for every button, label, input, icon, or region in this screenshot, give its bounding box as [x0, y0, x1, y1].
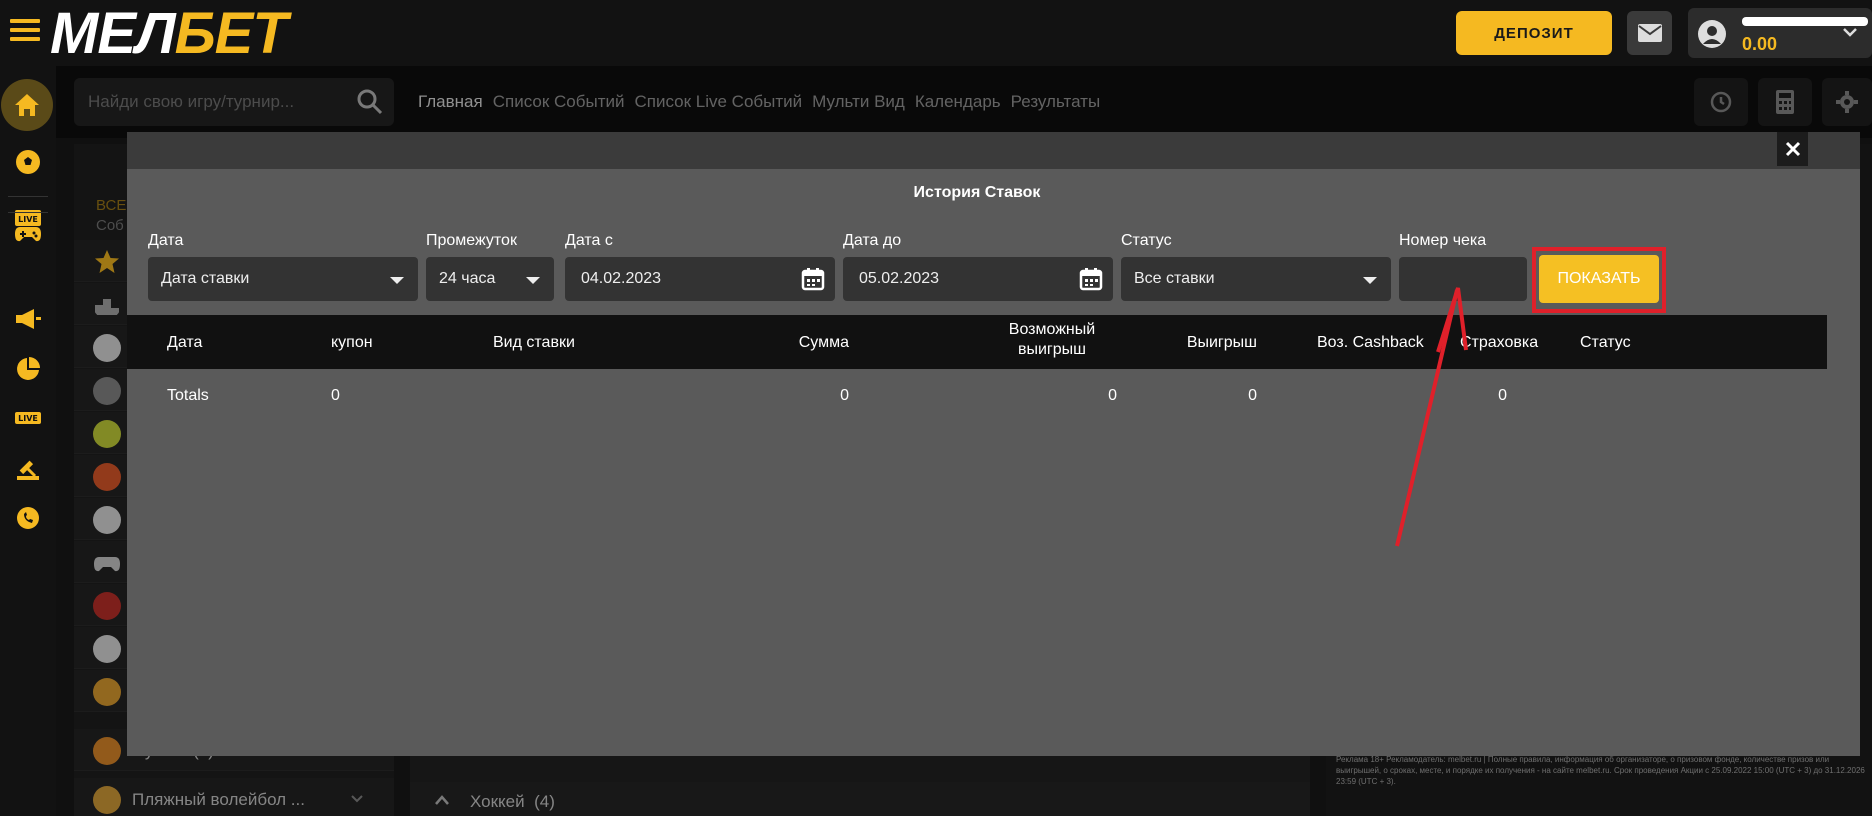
bet-history-modal: История Ставок Дата Дата ставки Промежут…: [127, 132, 1860, 756]
col-date[interactable]: Дата: [167, 333, 202, 353]
col-sum[interactable]: Сумма: [769, 333, 849, 353]
col-bet-type[interactable]: Вид ставки: [493, 333, 575, 353]
status-select[interactable]: Все ставки: [1121, 257, 1391, 301]
date-to-label: Дата до: [843, 232, 902, 249]
gamepad-icon: [15, 227, 41, 242]
totals-label: Totals: [167, 387, 209, 404]
gavel-icon: [17, 460, 39, 480]
col-cashback[interactable]: Воз. Cashback: [1317, 333, 1424, 353]
sports-button[interactable]: [10, 144, 46, 180]
statistics-button[interactable]: [10, 351, 46, 387]
left-rail: LIVE LIVE: [0, 66, 56, 816]
account-menu[interactable]: 0.00: [1688, 8, 1872, 58]
deposit-button[interactable]: ДЕПОЗИТ: [1456, 11, 1612, 55]
viber-button[interactable]: [10, 501, 46, 537]
period-select[interactable]: 24 часа: [426, 257, 554, 301]
auction-button[interactable]: [10, 451, 46, 487]
dropdown-arrow-icon: [390, 277, 404, 284]
live-sport-button[interactable]: LIVE: [10, 401, 46, 437]
divider: [8, 196, 48, 197]
receipt-number-input[interactable]: [1399, 257, 1527, 301]
totals-sum: 0: [840, 387, 849, 404]
modal-top-bar: [127, 132, 1860, 169]
home-icon: [15, 94, 39, 116]
avatar: [1698, 20, 1726, 48]
divider: [8, 212, 48, 213]
col-insurance[interactable]: Страховка: [1460, 333, 1538, 353]
date-from-field[interactable]: 04.02.2023: [565, 257, 835, 301]
close-icon: [1785, 141, 1800, 157]
viber-icon: [17, 507, 39, 529]
totals-win: 0: [1248, 387, 1257, 404]
show-button[interactable]: ПОКАЗАТЬ: [1539, 255, 1659, 303]
col-coupon[interactable]: купон: [331, 333, 373, 353]
svg-text:LIVE: LIVE: [18, 414, 38, 423]
dropdown-arrow-icon: [526, 277, 540, 284]
esports-button[interactable]: [10, 216, 46, 252]
table-header: Дата купон Вид ставки Сумма Возможный вы…: [127, 315, 1827, 369]
modal-title: История Ставок: [913, 184, 1041, 201]
col-status[interactable]: Статус: [1580, 333, 1631, 353]
receipt-number-label: Номер чека: [1399, 232, 1487, 249]
promo-button[interactable]: [10, 301, 46, 337]
col-win[interactable]: Выигрыш: [1177, 333, 1257, 353]
date-to-field[interactable]: 05.02.2023: [843, 257, 1113, 301]
mail-button[interactable]: [1627, 11, 1672, 55]
date-type-select[interactable]: Дата ставки: [148, 257, 418, 301]
date-type-label: Дата: [148, 232, 184, 249]
calendar-icon[interactable]: [801, 267, 825, 291]
chevron-down-icon: [1843, 28, 1857, 37]
envelope-icon: [1637, 24, 1662, 42]
col-possible-win[interactable]: Возможный выигрыш: [987, 320, 1117, 360]
date-from-label: Дата с: [565, 232, 613, 249]
soccer-ball-icon: [16, 150, 40, 174]
top-header: МЕЛБЕТ ДЕПОЗИТ 0.00: [0, 0, 1872, 66]
totals-insurance: 0: [1498, 387, 1507, 404]
home-button[interactable]: [1, 79, 53, 131]
user-icon: [1703, 26, 1721, 44]
dropdown-arrow-icon: [1363, 277, 1377, 284]
balance: 0.00: [1742, 34, 1778, 54]
menu-icon[interactable]: [10, 19, 40, 43]
megaphone-icon: [16, 309, 41, 329]
period-label: Промежуток: [426, 232, 517, 249]
status-label: Статус: [1121, 232, 1172, 249]
totals-coupon: 0: [331, 387, 340, 404]
live-sport-icon: LIVE: [15, 412, 41, 424]
close-button[interactable]: [1777, 132, 1808, 166]
calendar-icon[interactable]: [1079, 267, 1103, 291]
totals-possible-win: 0: [1108, 387, 1117, 404]
pie-chart-icon: [17, 357, 40, 380]
logo[interactable]: МЕЛБЕТ: [50, 0, 288, 67]
